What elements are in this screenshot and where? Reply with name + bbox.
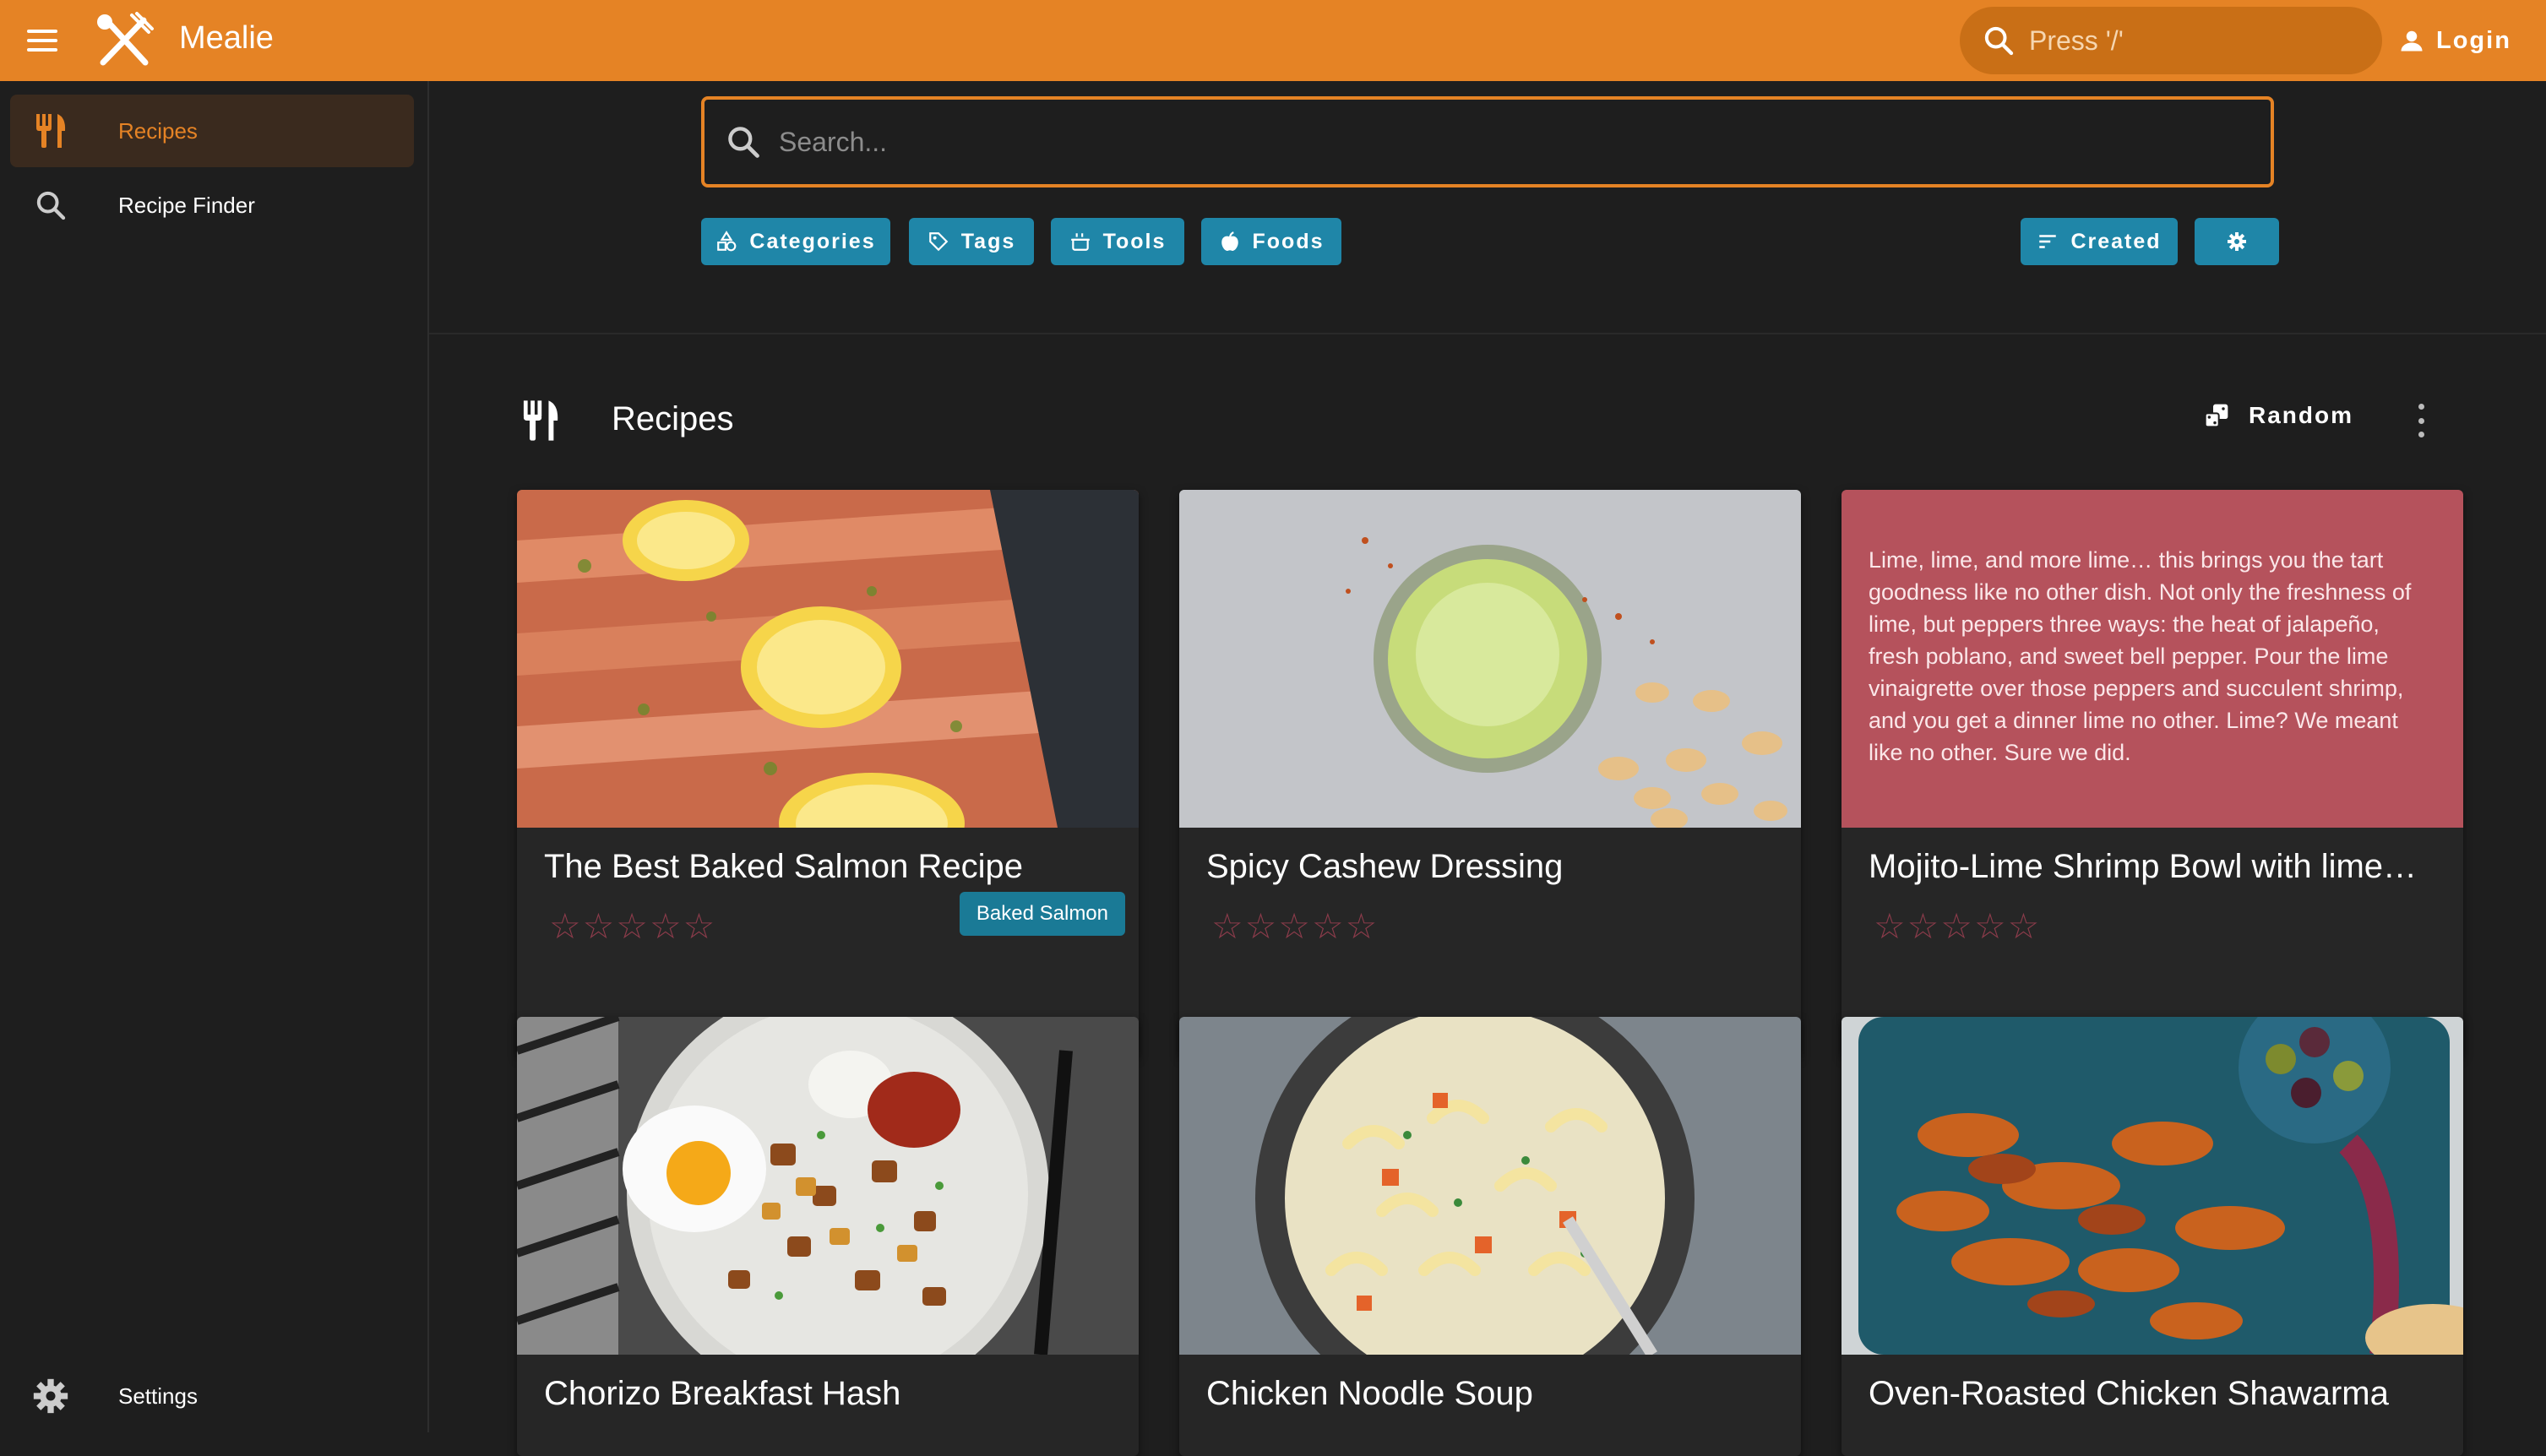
sidebar-item-recipes[interactable]: Recipes <box>10 95 414 167</box>
recipe-image[interactable] <box>1841 1017 2463 1372</box>
mealie-logo-icon[interactable] <box>95 12 155 69</box>
filter-label: Categories <box>749 229 876 253</box>
tags-filter-button[interactable]: Tags <box>909 218 1034 265</box>
app-bar: Mealie Login <box>0 0 2546 81</box>
account-icon <box>2401 30 2423 52</box>
recipe-title[interactable]: The Best Baked Salmon Recipe <box>544 848 1118 886</box>
sidebar: Recipes Recipe Finder Settings <box>0 81 429 1432</box>
recipe-search[interactable] <box>701 96 2274 187</box>
recipe-image[interactable]: Lime, lime, and more lime… this brings y… <box>1841 490 2463 828</box>
recipe-card[interactable]: Lime, lime, and more lime… this brings y… <box>1841 490 2463 1056</box>
sidebar-item-label: Recipe Finder <box>118 192 255 218</box>
main-content: Categories Tags Tools Foods Created <box>429 81 2546 1456</box>
fork-knife-icon <box>523 400 558 441</box>
sort-icon <box>2039 235 2057 248</box>
login-label: Login <box>2436 26 2511 54</box>
recipe-title[interactable]: Oven-Roasted Chicken Shawarma <box>1869 1375 2443 1413</box>
login-button[interactable]: Login <box>2399 19 2511 62</box>
categories-icon <box>717 231 737 252</box>
recipe-title[interactable]: Chicken Noodle Soup <box>1206 1375 1781 1413</box>
recipe-title[interactable]: Mojito-Lime Shrimp Bowl with lime… <box>1869 848 2443 886</box>
random-label: Random <box>2249 402 2353 428</box>
sort-label: Created <box>2070 229 2162 253</box>
divider <box>429 333 2546 334</box>
recipe-card[interactable]: Chorizo Breakfast Hash <box>517 1017 1139 1456</box>
tag-icon <box>928 232 949 252</box>
sidebar-item-label: Recipes <box>118 117 198 144</box>
recipe-title[interactable]: Spicy Cashew Dressing <box>1206 848 1781 886</box>
fork-knife-icon <box>36 114 66 148</box>
recipe-title[interactable]: Chorizo Breakfast Hash <box>544 1375 1118 1413</box>
gear-icon <box>2228 232 2246 251</box>
app-title[interactable]: Mealie <box>179 20 274 57</box>
header-search-input[interactable] <box>2027 24 2352 57</box>
menu-icon[interactable] <box>24 22 61 59</box>
filter-label: Tools <box>1102 229 1167 253</box>
rating-stars[interactable]: ☆☆☆☆☆ <box>1211 905 1379 947</box>
sidebar-item-recipe-finder[interactable]: Recipe Finder <box>10 169 414 242</box>
rating-stars[interactable]: ☆☆☆☆☆ <box>1874 905 2041 947</box>
filter-label: Foods <box>1252 229 1325 253</box>
foods-filter-button[interactable]: Foods <box>1201 218 1341 265</box>
pot-icon <box>1070 233 1090 251</box>
gear-icon <box>33 1378 68 1414</box>
recipe-card[interactable]: Oven-Roasted Chicken Shawarma <box>1841 1017 2463 1456</box>
recipe-card[interactable]: Chicken Noodle Soup <box>1179 1017 1801 1456</box>
search-icon <box>1984 26 2014 56</box>
recipe-description: Lime, lime, and more lime… this brings y… <box>1841 490 2463 828</box>
recipe-image[interactable] <box>1179 1017 1801 1418</box>
search-settings-button[interactable] <box>2195 218 2279 265</box>
recipe-image[interactable] <box>1179 490 1801 830</box>
more-options-icon[interactable] <box>2411 404 2431 437</box>
recipe-image[interactable] <box>517 490 1139 874</box>
random-button[interactable]: Random <box>2203 402 2353 429</box>
categories-filter-button[interactable]: Categories <box>701 218 890 265</box>
recipe-image[interactable] <box>517 1017 1139 1405</box>
rating-stars[interactable]: ☆☆☆☆☆ <box>549 905 716 947</box>
sort-button[interactable]: Created <box>2021 218 2178 265</box>
recipe-card[interactable]: Spicy Cashew Dressing ☆☆☆☆☆ <box>1179 490 1801 1056</box>
recipe-card[interactable]: The Best Baked Salmon Recipe ☆☆☆☆☆ Baked… <box>517 490 1139 1056</box>
tools-filter-button[interactable]: Tools <box>1051 218 1184 265</box>
page-title: Recipes <box>612 400 734 437</box>
dice-icon <box>2204 404 2228 428</box>
header-search[interactable] <box>1960 7 2382 74</box>
search-icon <box>728 127 759 158</box>
recipe-tag-chip[interactable]: Baked Salmon <box>959 892 1125 936</box>
apple-icon <box>1221 231 1238 251</box>
search-icon <box>36 191 66 220</box>
filter-label: Tags <box>960 229 1016 253</box>
sidebar-item-settings[interactable]: Settings <box>10 1360 414 1432</box>
recipe-search-input[interactable] <box>777 125 2217 159</box>
sidebar-settings-label: Settings <box>118 1383 198 1409</box>
